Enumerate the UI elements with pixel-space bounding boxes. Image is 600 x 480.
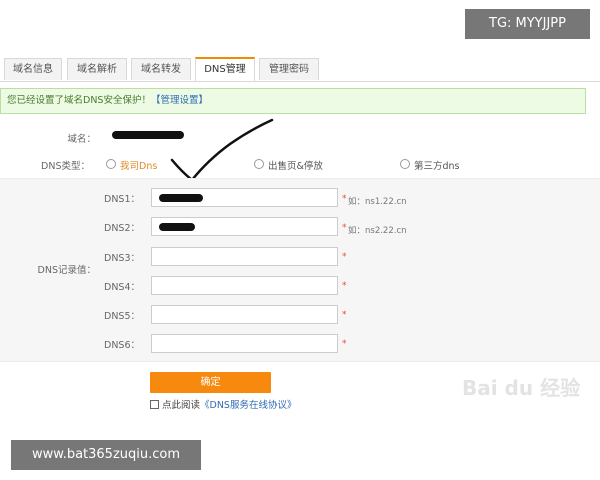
telegram-overlay-label: TG: MYYJJPP <box>465 9 590 39</box>
baidu-watermark: Bai du 经验 <box>462 376 581 400</box>
radio-third-party-dns-label: 第三方dns <box>414 161 460 172</box>
radio-our-dns-label: 我司Dns <box>120 161 158 172</box>
dns4-input[interactable] <box>151 276 338 295</box>
dns-records-label: DNS记录值： <box>37 265 96 276</box>
dns1-required-mark: * <box>342 194 347 204</box>
dns5-required-mark: * <box>342 310 347 320</box>
dns5-label: DNS5： <box>104 311 140 322</box>
tab-domain-info[interactable]: 域名信息 <box>4 58 62 80</box>
tab-domain-resolution[interactable]: 域名解析 <box>67 58 127 80</box>
dns5-input[interactable] <box>151 305 338 324</box>
dns6-required-mark: * <box>342 339 347 349</box>
dns4-required-mark: * <box>342 281 347 291</box>
tab-bar: 域名信息 域名解析 域名转发 DNS管理 管理密码 <box>0 55 600 82</box>
notice-text: 您已经设置了域名DNS安全保护！ <box>7 95 151 106</box>
dns1-hint: 如：ns1.22.cn <box>348 197 407 207</box>
dns4-label: DNS4： <box>104 282 140 293</box>
handwritten-checkmark <box>170 118 274 182</box>
tab-domain-forwarding[interactable]: 域名转发 <box>131 58 191 80</box>
dns3-required-mark: * <box>342 252 347 262</box>
dns-service-agreement-link[interactable]: 《DNS服务在线协议》 <box>200 400 296 411</box>
dns2-required-mark: * <box>342 223 347 233</box>
redacted-dns1 <box>159 194 203 202</box>
agreement-prefix: 点此阅读 <box>162 400 201 411</box>
dns-type-label: DNS类型： <box>41 161 90 172</box>
agreement-checkbox[interactable] <box>150 400 159 409</box>
tab-dns-management[interactable]: DNS管理 <box>195 57 255 81</box>
radio-our-dns[interactable] <box>106 159 116 169</box>
dns3-input[interactable] <box>151 247 338 266</box>
agreement-row: 点此阅读《DNS服务在线协议》 <box>150 397 296 411</box>
confirm-button[interactable]: 确定 <box>150 372 271 393</box>
dns3-label: DNS3： <box>104 253 140 264</box>
redacted-dns2 <box>159 223 195 231</box>
dns6-input[interactable] <box>151 334 338 353</box>
radio-third-party-dns[interactable] <box>400 159 410 169</box>
dns6-label: DNS6： <box>104 340 140 351</box>
security-notice: 您已经设置了域名DNS安全保护！【管理设置】 <box>0 88 586 114</box>
dns2-hint: 如：ns2.22.cn <box>348 226 407 236</box>
dns1-label: DNS1： <box>104 194 140 205</box>
website-overlay-label: www.bat365zuqiu.com <box>11 440 201 470</box>
manage-settings-link[interactable]: 【管理设置】 <box>151 95 208 106</box>
tab-manage-password[interactable]: 管理密码 <box>259 58 319 80</box>
dns2-label: DNS2： <box>104 223 140 234</box>
domain-label: 域名： <box>67 134 96 145</box>
